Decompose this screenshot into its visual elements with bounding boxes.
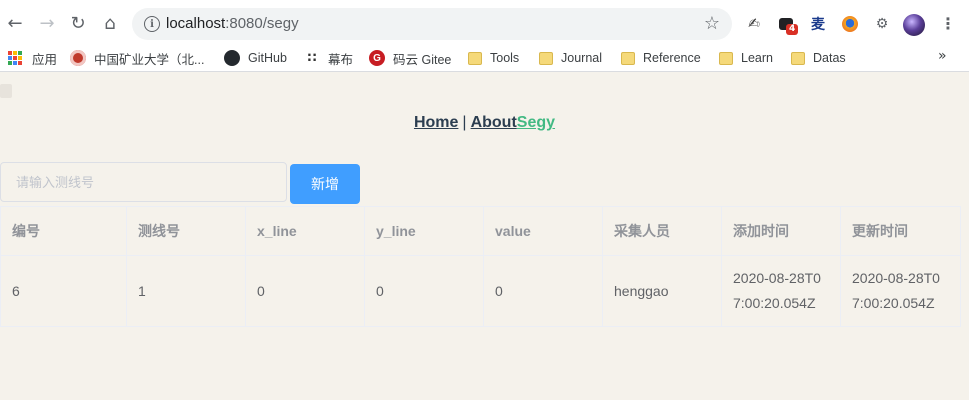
corner-placeholder xyxy=(0,84,12,98)
cell-x-line: 0 xyxy=(245,255,365,327)
bookmark-label: Journal xyxy=(561,51,602,65)
column-header-collector[interactable]: 采集人员 xyxy=(602,206,722,256)
nav-separator: | xyxy=(462,114,467,131)
column-header-value[interactable]: value xyxy=(483,206,603,256)
bookmark-reference[interactable]: Reference xyxy=(621,49,701,67)
bookmark-apps[interactable]: 应用 xyxy=(8,49,57,67)
column-header-updated-at[interactable]: 更新时间 xyxy=(840,206,961,256)
bookmark-label: 应用 xyxy=(32,52,58,67)
bookmark-tools[interactable]: Tools xyxy=(468,49,519,67)
column-header-created-at[interactable]: 添加时间 xyxy=(721,206,841,256)
bookmark-label: Tools xyxy=(490,51,520,65)
nav-link-home[interactable]: Home xyxy=(414,114,458,131)
github-icon xyxy=(224,50,240,66)
table-row[interactable]: 6 1 0 0 0 henggao 2020-08-28T07:00:20.05… xyxy=(0,255,961,327)
cell-value: 0 xyxy=(483,255,603,327)
router-nav: Home | AboutSegy xyxy=(0,114,969,132)
table-header-row: 编号 测线号 x_line y_line value 采集人员 添加时间 更新时… xyxy=(0,206,961,256)
extensions-puzzle-icon[interactable]: ⚙ xyxy=(872,14,892,34)
university-icon xyxy=(70,50,86,66)
translate-extension-icon[interactable]: ✍ xyxy=(744,14,764,34)
bookmark-university[interactable]: 中国矿业大学（北... xyxy=(70,49,204,67)
column-header-id[interactable]: 编号 xyxy=(0,206,127,256)
url-path: :8080/segy xyxy=(225,15,299,32)
browser-menu-icon[interactable]: ⋮ xyxy=(940,14,956,33)
bookmark-mubu[interactable]: ∷ 幕布 xyxy=(304,49,353,67)
bookmarks-overflow-button[interactable]: » xyxy=(938,48,947,64)
bookmark-star-icon[interactable]: ☆ xyxy=(704,13,720,34)
apps-grid-icon xyxy=(8,51,22,65)
bookmark-label: Reference xyxy=(643,51,701,65)
column-header-x-line[interactable]: x_line xyxy=(245,206,365,256)
browser-toolbar: ← → ↻ ⌂ i localhost:8080/segy ☆ ✍ 4 麦 ⚙ … xyxy=(0,0,969,44)
folder-icon xyxy=(539,51,553,65)
extension-badge: 4 xyxy=(786,24,799,35)
folder-icon xyxy=(621,51,635,65)
gitee-icon: G xyxy=(369,50,385,66)
forward-arrow-icon[interactable]: → xyxy=(36,12,58,34)
home-icon[interactable]: ⌂ xyxy=(99,12,121,34)
url-text[interactable]: localhost:8080/segy xyxy=(166,15,299,32)
cell-collector: henggao xyxy=(602,255,722,327)
cell-id: 6 xyxy=(0,255,127,327)
folder-icon xyxy=(468,51,482,65)
dictionary-extension-icon[interactable]: 麦 xyxy=(808,14,828,34)
add-button[interactable]: 新增 xyxy=(290,164,360,204)
bookmark-label: 中国矿业大学（北... xyxy=(94,52,205,67)
line-number-search-input[interactable] xyxy=(0,162,287,202)
folder-icon xyxy=(719,51,733,65)
back-arrow-icon[interactable]: ← xyxy=(4,12,26,34)
reload-icon[interactable]: ↻ xyxy=(67,12,89,34)
folder-icon xyxy=(791,51,805,65)
bookmark-label: GitHub xyxy=(248,51,287,65)
bookmark-label: 码云 Gitee xyxy=(393,52,452,67)
bookmark-label: Learn xyxy=(741,51,773,65)
bookmark-datas[interactable]: Datas xyxy=(791,49,846,67)
nav-link-segy[interactable]: Segy xyxy=(517,114,555,131)
cell-line-number: 1 xyxy=(126,255,246,327)
bookmarks-bar: 应用 中国矿业大学（北... GitHub ∷ 幕布 G 码云 Gitee To… xyxy=(0,44,969,72)
column-header-line-number[interactable]: 测线号 xyxy=(126,206,246,256)
mubu-icon: ∷ xyxy=(307,50,317,65)
bookmark-label: 幕布 xyxy=(328,52,354,67)
cell-created-at: 2020-08-28T07:00:20.054Z xyxy=(721,255,841,327)
site-info-icon[interactable]: i xyxy=(144,16,160,32)
nav-link-about[interactable]: About xyxy=(471,114,517,131)
bookmark-label: Datas xyxy=(813,51,846,65)
bookmark-github[interactable]: GitHub xyxy=(224,49,287,67)
notification-extension-icon[interactable]: 4 xyxy=(776,14,799,35)
firefox-relay-extension-icon[interactable] xyxy=(840,14,860,34)
column-header-y-line[interactable]: y_line xyxy=(364,206,484,256)
profile-avatar[interactable] xyxy=(903,14,925,36)
bookmark-journal[interactable]: Journal xyxy=(539,49,602,67)
url-host: localhost xyxy=(166,15,226,32)
bookmark-learn[interactable]: Learn xyxy=(719,49,773,67)
bookmark-gitee[interactable]: G 码云 Gitee xyxy=(369,49,451,67)
cell-y-line: 0 xyxy=(364,255,484,327)
address-bar[interactable]: i localhost:8080/segy ☆ xyxy=(132,8,732,40)
cell-updated-at: 2020-08-28T07:00:20.054Z xyxy=(840,255,961,327)
segy-data-table: 编号 测线号 x_line y_line value 采集人员 添加时间 更新时… xyxy=(0,206,961,327)
